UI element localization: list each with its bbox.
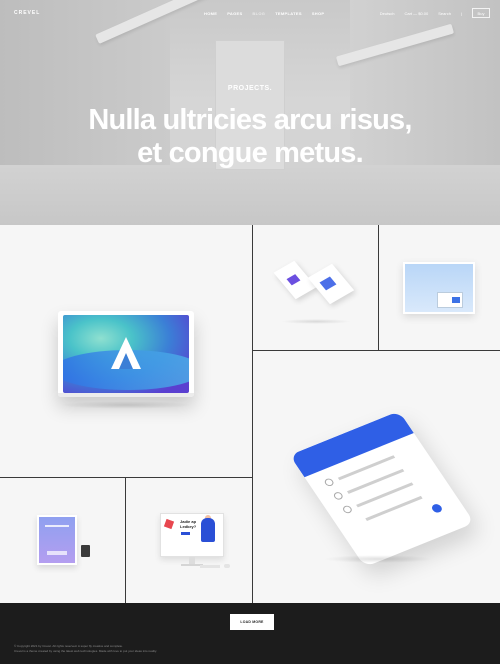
language-selector[interactable]: Deutsch xyxy=(380,11,395,16)
nav-utilities: Deutsch Cart — $0.00 Search | Buy xyxy=(380,8,490,18)
top-navigation: CREVEL HOME PAGES BLOG TEMPLATES SHOP De… xyxy=(0,0,500,26)
hero-title-line-2: et congue metus. xyxy=(137,137,363,169)
hero-floor xyxy=(0,165,500,225)
window-icon xyxy=(452,297,460,303)
desktop-mockup: Jadie ap Ledkey? xyxy=(160,513,224,557)
menu-item-home[interactable]: HOME xyxy=(204,11,217,16)
mockup-shadow xyxy=(323,555,433,563)
desktop-cta xyxy=(181,532,190,535)
load-more-label: LOAD MORE xyxy=(240,620,264,624)
project-tile-cards[interactable] xyxy=(253,225,379,351)
desktop-heading-line-2: Ledkey? xyxy=(180,524,197,529)
monitor-stand xyxy=(189,557,195,564)
project-tile-phone[interactable] xyxy=(253,351,500,603)
hero-title: Nulla ultricies arcu risus, et congue me… xyxy=(0,104,500,170)
contact-avatar-icon xyxy=(323,477,336,488)
hero-kicker: PROJECTS. xyxy=(227,85,273,92)
load-more-button[interactable]: LOAD MORE xyxy=(230,614,274,630)
phone-body xyxy=(289,410,475,568)
screen-button-line xyxy=(47,551,67,555)
mockup-shadow xyxy=(60,401,192,409)
phone-mockup xyxy=(289,410,475,568)
mouse-mockup xyxy=(224,564,230,568)
laptop-base xyxy=(58,393,194,397)
phone-header xyxy=(289,410,414,478)
laptop-mockup xyxy=(58,311,194,397)
red-shape xyxy=(163,518,175,530)
ipad-screen xyxy=(39,517,75,563)
project-tile-desktop[interactable]: Jadie ap Ledkey? xyxy=(126,478,253,603)
screen-heading-line xyxy=(45,525,69,527)
laptop-screen xyxy=(63,315,189,393)
project-tile-laptop[interactable] xyxy=(0,225,253,478)
menu-item-blog[interactable]: BLOG xyxy=(252,11,265,16)
projects-grid: Jadie ap Ledkey? xyxy=(0,225,500,603)
a-logo-cutout xyxy=(119,353,133,369)
isometric-card-right xyxy=(307,263,355,305)
site-logo[interactable]: CREVEL xyxy=(14,10,40,16)
keyboard-mockup xyxy=(200,565,220,568)
dialog-window xyxy=(437,292,463,308)
footer: LOAD MORE © Copyright 2021 by Crevel. Al… xyxy=(0,603,500,664)
small-phone-mockup xyxy=(81,545,90,557)
project-tile-ipad[interactable] xyxy=(0,478,126,603)
menu-item-templates[interactable]: TEMPLATES xyxy=(275,11,302,16)
contact-avatar-icon xyxy=(341,504,354,515)
hero-title-line-1: Nulla ultricies arcu risus, xyxy=(88,104,412,136)
contact-avatar-icon xyxy=(332,490,345,501)
mockup-shadow xyxy=(281,319,351,324)
illustration-figure xyxy=(201,518,215,542)
menu-divider-icon: | xyxy=(460,10,462,16)
footer-note: Crevel is a theme created by using the l… xyxy=(14,649,158,653)
card-accent xyxy=(319,276,337,291)
hero-banner: CREVEL HOME PAGES BLOG TEMPLATES SHOP De… xyxy=(0,0,500,225)
ipad-mockup xyxy=(37,515,77,565)
search-link[interactable]: Search xyxy=(438,11,451,16)
add-icon xyxy=(430,502,444,514)
menu-item-pages[interactable]: PAGES xyxy=(227,11,242,16)
copyright-text: © Copyright 2021 by Crevel. All rights r… xyxy=(14,644,123,648)
buy-button-label: Buy xyxy=(477,10,485,16)
main-menu: HOME PAGES BLOG TEMPLATES SHOP xyxy=(204,11,324,16)
project-tile-tablet[interactable] xyxy=(379,225,500,351)
tablet-mockup xyxy=(403,262,475,314)
menu-item-shop[interactable]: SHOP xyxy=(312,11,325,16)
desktop-heading: Jadie ap Ledkey? xyxy=(180,519,196,529)
card-accent xyxy=(286,274,301,286)
cart-link[interactable]: Cart — $0.00 xyxy=(404,11,428,16)
buy-button[interactable]: Buy xyxy=(472,8,490,18)
